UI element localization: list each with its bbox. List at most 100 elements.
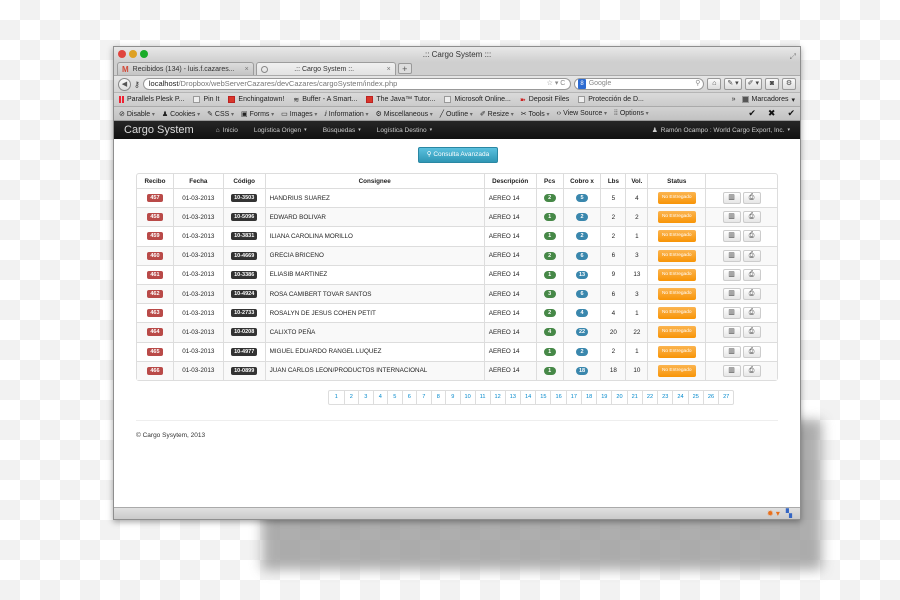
minimize-window-button[interactable]	[129, 50, 137, 58]
col-descripcion[interactable]: Descripción	[483, 174, 536, 188]
devtool-images[interactable]: ▭ Images	[281, 110, 317, 118]
nav-busquedas[interactable]: Búsquedas	[323, 127, 361, 134]
nav-logistica-destino[interactable]: Logística Destino	[377, 127, 432, 134]
recibo-label[interactable]: 462	[147, 290, 163, 299]
url-input[interactable]: localhost /Dropbox/webServerCazares/devC…	[142, 78, 572, 90]
page-link[interactable]: 20	[611, 391, 626, 404]
status-button[interactable]: No Entregado	[657, 307, 696, 320]
col-recibo[interactable]: Recibo	[137, 174, 173, 188]
col-cobro[interactable]: Cobro x	[562, 174, 601, 188]
print-button[interactable]: ⎙	[742, 326, 761, 339]
devtool-miscellaneous[interactable]: ⚙ Miscellaneous	[376, 110, 433, 118]
page-link[interactable]: 2	[343, 391, 359, 404]
recibo-label[interactable]: 458	[147, 213, 163, 222]
close-tab-icon[interactable]: ×	[245, 63, 249, 76]
page-link[interactable]: 8	[430, 391, 446, 404]
print-button[interactable]: ⎙	[742, 288, 761, 301]
page-link[interactable]: 13	[504, 391, 520, 404]
search-icon[interactable]: ⚲	[695, 79, 700, 89]
print-button[interactable]: ⎙	[742, 364, 761, 377]
page-link[interactable]: 15	[535, 391, 550, 404]
barcode-button[interactable]: ▥	[722, 364, 741, 377]
recibo-label[interactable]: 465	[147, 347, 163, 356]
print-button[interactable]: ⎙	[742, 307, 761, 320]
status-button[interactable]: No Entregado	[657, 364, 696, 377]
col-lbs[interactable]: Lbs	[600, 174, 625, 188]
close-window-button[interactable]	[118, 50, 126, 58]
status-button[interactable]: No Entregado	[657, 288, 696, 301]
page-link[interactable]: 24	[672, 391, 687, 404]
recibo-label[interactable]: 459	[147, 232, 163, 241]
search-input[interactable]: 8 Google ⚲	[574, 78, 705, 90]
bookmark-java[interactable]: The Java™ Tutor...	[366, 96, 435, 103]
page-link[interactable]: 10	[459, 391, 475, 404]
barcode-button[interactable]: ▥	[722, 345, 741, 358]
devtool-cookies[interactable]: ♟ Cookies	[162, 110, 200, 118]
barcode-button[interactable]: ▥	[722, 288, 741, 301]
bookmark-enchingatown[interactable]: Enchingatown!	[228, 96, 284, 103]
col-consignee[interactable]: Consignee	[264, 174, 484, 188]
bookmark-parallels[interactable]: Parallels Plesk P...	[119, 96, 184, 103]
app-brand[interactable]: Cargo System	[124, 124, 194, 136]
devtool-forms[interactable]: ▣ Forms	[241, 110, 274, 118]
page-link[interactable]: 22	[641, 391, 657, 404]
status-button[interactable]: No Entregado	[657, 192, 696, 205]
page-link[interactable]: 3	[358, 391, 373, 404]
print-button[interactable]: ⎙	[742, 268, 761, 281]
col-codigo[interactable]: Código	[222, 174, 265, 188]
page-link[interactable]: 18	[580, 391, 596, 404]
tab-gmail[interactable]: M Recibidos (134) - luis.f.cazares... ×	[117, 62, 254, 75]
page-link[interactable]: 4	[372, 391, 388, 404]
new-tab-button[interactable]: +	[397, 63, 412, 74]
page-link[interactable]: 6	[401, 391, 417, 404]
page-link[interactable]: 19	[596, 391, 611, 404]
status-button[interactable]: No Entregado	[657, 211, 696, 224]
barcode-button[interactable]: ▥	[722, 268, 741, 281]
page-link[interactable]: 16	[550, 391, 565, 404]
recibo-label[interactable]: 460	[147, 251, 163, 260]
status-button[interactable]: No Entregado	[657, 249, 696, 262]
print-button[interactable]: ⎙	[742, 192, 761, 205]
barcode-button[interactable]: ▥	[722, 230, 741, 243]
col-pcs[interactable]: Pcs	[535, 174, 563, 188]
page-link[interactable]: 5	[387, 391, 402, 404]
devtool-view-source[interactable]: ‹› View Source	[556, 110, 606, 117]
back-button[interactable]: ◀	[118, 77, 131, 91]
page-link[interactable]: 21	[626, 391, 642, 404]
advanced-search-button[interactable]: ⚲ Consulta Avanzada	[418, 147, 498, 163]
col-status[interactable]: Status	[647, 174, 705, 188]
bookmark-deposit-files[interactable]: ➽ Deposit Files	[520, 96, 569, 104]
devtool-resize[interactable]: ✐ Resize	[480, 110, 514, 118]
firebug-icon[interactable]: ✹ ▾	[767, 509, 780, 518]
zoom-window-button[interactable]	[140, 50, 148, 58]
bookmark-microsoft[interactable]: Microsoft Online...	[444, 96, 511, 103]
status-button[interactable]: No Entregado	[657, 326, 696, 339]
nav-logistica-origen[interactable]: Logística Origen	[254, 127, 307, 134]
close-tab-icon[interactable]: ×	[387, 63, 391, 76]
devtool-options[interactable]: ⁞⁞ Options	[614, 110, 649, 117]
validate-html-icon[interactable]: ✔	[748, 108, 756, 119]
eyedropper-button[interactable]: ✐ ▾	[744, 78, 762, 90]
home-button[interactable]: ⌂	[707, 78, 722, 90]
devtool-information[interactable]: ⅈ Information	[324, 110, 368, 118]
addon-status-icon[interactable]: ▚	[786, 509, 792, 518]
user-menu[interactable]: ♟ Ramón Ocampo : World Cargo Export, Inc.	[652, 126, 790, 135]
page-link[interactable]: 7	[416, 391, 431, 404]
print-button[interactable]: ⎙	[742, 230, 761, 243]
devtool-css[interactable]: ✎ CSS	[207, 110, 234, 118]
addon-button[interactable]: ✎ ▾	[724, 78, 742, 90]
status-button[interactable]: No Entregado	[657, 230, 696, 243]
print-button[interactable]: ⎙	[742, 211, 761, 224]
error-icon[interactable]: ✖	[768, 108, 776, 119]
print-button[interactable]: ⎙	[742, 345, 761, 358]
fullscreen-icon[interactable]: ⤢	[790, 49, 796, 64]
page-link[interactable]: 26	[702, 391, 718, 404]
more-bookmarks-button[interactable]: »	[732, 96, 736, 103]
barcode-button[interactable]: ▥	[722, 192, 741, 205]
recibo-label[interactable]: 466	[147, 366, 163, 375]
page-link[interactable]: 25	[687, 391, 703, 404]
recibo-label[interactable]: 461	[147, 270, 163, 279]
page-link[interactable]: 11	[474, 391, 490, 404]
extension-button[interactable]: ⚙	[782, 78, 796, 90]
page-link[interactable]: 27	[718, 391, 733, 404]
